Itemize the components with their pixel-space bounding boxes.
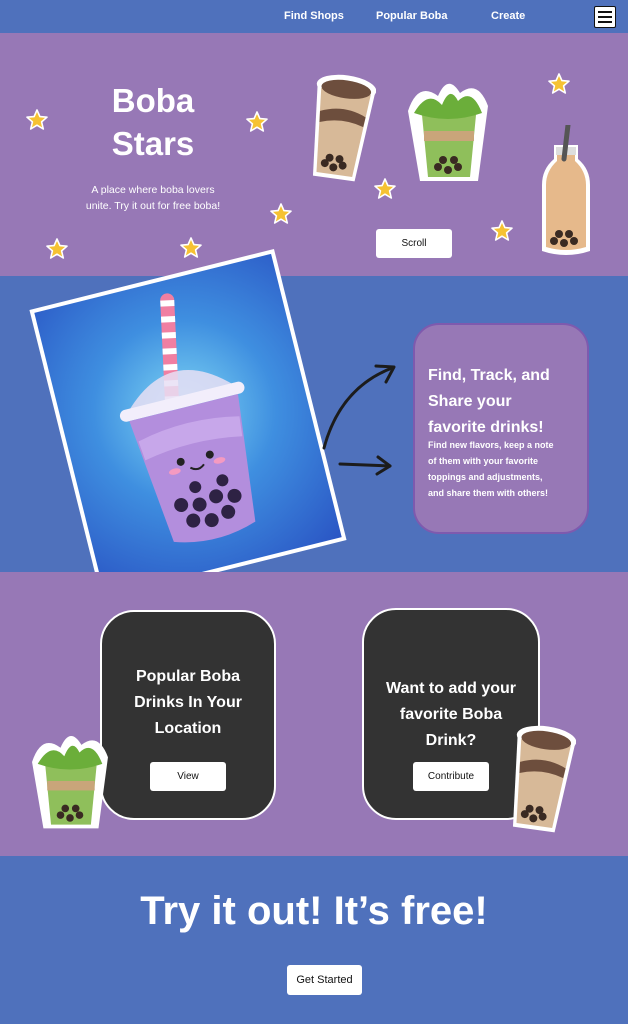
hamburger-icon[interactable] [594, 6, 616, 28]
feature-heading: Find, Track, and Share your favorite dri… [428, 367, 550, 436]
star-icon [26, 109, 48, 130]
nav-find-shops[interactable]: Find Shops [284, 10, 344, 22]
star-icon [46, 238, 68, 259]
matcha-cup-icon [32, 736, 108, 829]
popular-drinks-card: Popular Boba Drinks In Your Location Vie… [100, 610, 276, 820]
popular-drinks-title: Popular Boba Drinks In Your Location [134, 668, 242, 737]
get-started-button[interactable]: Get Started [287, 965, 362, 995]
cta-title: Try it out! It’s free! [140, 889, 488, 933]
contribute-button[interactable]: Contribute [413, 762, 489, 791]
star-icon [491, 220, 513, 241]
scroll-button[interactable]: Scroll [376, 229, 452, 258]
nav-create[interactable]: Create [491, 10, 525, 22]
star-icon [374, 178, 396, 199]
top-nav: Find Shops Popular Boba Create [0, 0, 628, 33]
hero-title: Boba Stars [111, 82, 195, 162]
view-button[interactable]: View [150, 762, 226, 791]
feature-info-card: Find, Track, and Share your favorite dri… [413, 323, 589, 534]
boba-bottle-icon [542, 125, 590, 255]
star-icon [246, 111, 268, 132]
star-icon [270, 203, 292, 224]
star-icon [180, 237, 202, 258]
milk-tea-cup-icon [312, 74, 376, 182]
milk-tea-cup-icon [512, 725, 576, 833]
hero-section: Boba Stars A place where boba lovers uni… [0, 33, 628, 276]
star-icon [548, 73, 570, 94]
nav-popular-boba[interactable]: Popular Boba [376, 10, 448, 22]
cta-section: Try it out! It’s free! Get Started [0, 856, 628, 1024]
feature-description: Find new flavors, keep a note of them wi… [428, 440, 554, 498]
matcha-cup-icon [408, 83, 488, 181]
curved-arrow-icon [322, 364, 396, 476]
hero-subtitle: A place where boba lovers unite. Try it … [85, 184, 221, 212]
